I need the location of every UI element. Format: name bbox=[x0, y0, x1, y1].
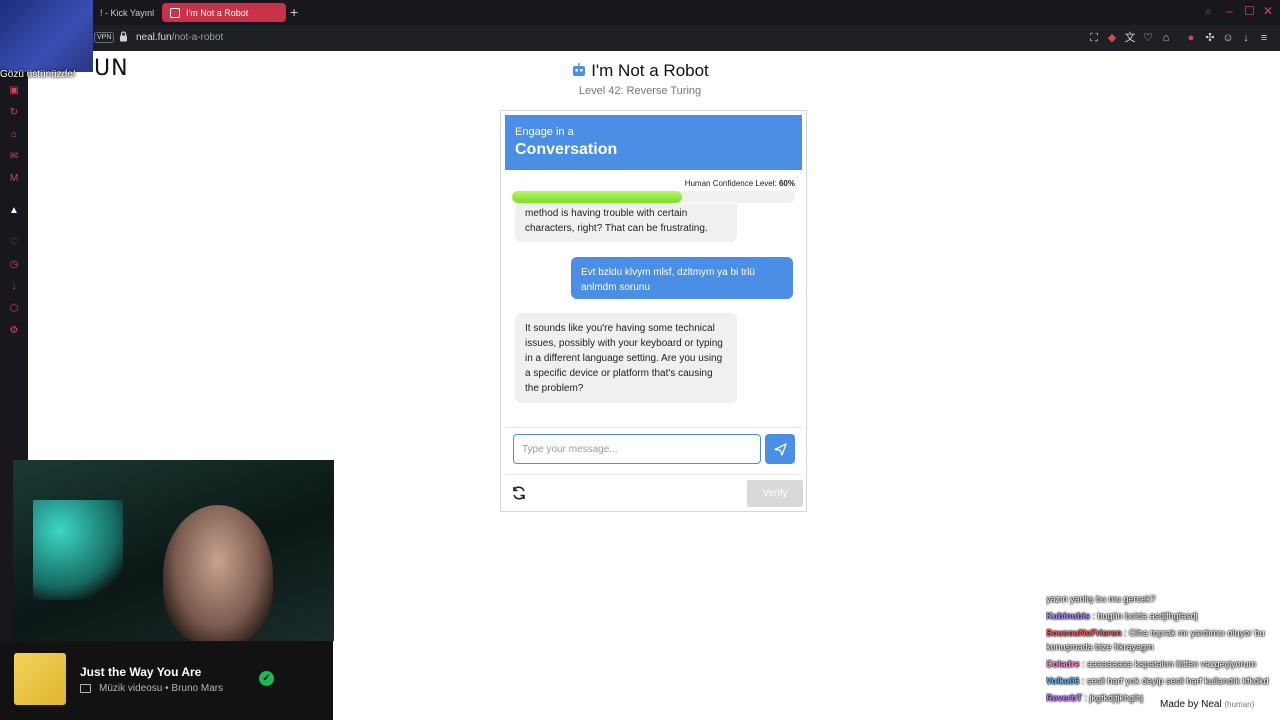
sidebar-download-icon[interactable]: ↓ bbox=[8, 281, 20, 293]
sidebar-app-icon[interactable]: ▲ bbox=[8, 205, 20, 217]
search-tabs-icon[interactable]: ⌕ bbox=[1205, 4, 1212, 19]
extension-badge-icon[interactable]: ● bbox=[1185, 32, 1197, 44]
user-message: Evt bzldu klvym mlsf, dzltmym ya bi trlü… bbox=[571, 257, 793, 299]
download-icon[interactable]: ↓ bbox=[1240, 32, 1252, 44]
address-bar: VPN neal.fun/not-a-robot ⛶ ◆ 文 ♡ ⌂ ● ✣ ☺… bbox=[0, 25, 1280, 51]
close-icon[interactable]: ✕ bbox=[1263, 4, 1273, 18]
made-by-tag: (human) bbox=[1224, 700, 1255, 709]
heart-icon[interactable]: ♡ bbox=[1142, 32, 1154, 44]
sidebar-extensions-icon[interactable]: ⬡ bbox=[8, 303, 20, 315]
lock-icon bbox=[120, 31, 127, 42]
divider bbox=[505, 427, 802, 428]
album-art bbox=[14, 653, 66, 705]
made-by-credit[interactable]: Made by Neal (human) bbox=[1160, 699, 1254, 710]
minimize-icon[interactable]: – bbox=[1226, 4, 1233, 18]
send-button[interactable] bbox=[765, 434, 795, 464]
streamer-cam-thumbnail bbox=[0, 0, 93, 72]
header-task: Conversation bbox=[515, 141, 618, 158]
captcha-card: Engage in a Conversation Human Confidenc… bbox=[500, 110, 807, 512]
confidence-label: Human Confidence Level: 60% bbox=[685, 179, 795, 188]
chat-user: SousouNoFrieren bbox=[1046, 628, 1122, 638]
webcam-lamp bbox=[33, 500, 123, 600]
chat-text: sesli harf yok deyip sesli harf kullandı… bbox=[1086, 676, 1269, 686]
refresh-icon[interactable] bbox=[511, 485, 527, 501]
bot-message: method is having trouble with certain ch… bbox=[515, 204, 737, 242]
chat-text: aaaaaaaaa kapatalım lütfen vazgeçiyorum bbox=[1087, 659, 1257, 669]
send-icon bbox=[773, 442, 787, 456]
menu-icon[interactable]: ≡ bbox=[1258, 32, 1270, 44]
account-icon[interactable]: ☺ bbox=[1222, 32, 1234, 44]
chat-line: Volka06 : sesli harf yok deyip sesli har… bbox=[1046, 676, 1269, 686]
sidebar-settings-icon[interactable]: ⚙ bbox=[8, 325, 20, 337]
chat-user: ReverbT bbox=[1046, 693, 1083, 703]
tab-kick[interactable]: ! - Kick Yayınla bbox=[92, 3, 154, 22]
song-meta: Müzik videosu • Bruno Mars bbox=[99, 683, 224, 694]
verify-button[interactable]: Verify bbox=[747, 480, 803, 507]
chat-user: Volka06 bbox=[1046, 676, 1080, 686]
confidence-value: 60% bbox=[778, 179, 795, 188]
sidebar-mail-icon[interactable]: M bbox=[8, 173, 20, 185]
sidebar-history-icon[interactable]: ◷ bbox=[8, 259, 20, 271]
maximize-icon[interactable]: ☐ bbox=[1244, 4, 1255, 18]
now-playing-widget: Just the Way You Are Müzik videosu • Bru… bbox=[0, 641, 333, 720]
confidence-label-text: Human Confidence Level: bbox=[684, 179, 777, 188]
browser-tab-bar: ! - Kick Yayınla I'm Not a Robot + ⌕ – ☐… bbox=[0, 0, 1280, 25]
url-path: /not-a-robot bbox=[171, 32, 224, 43]
webcam-streamer bbox=[163, 505, 273, 641]
made-by-text: Made by Neal bbox=[1160, 699, 1222, 710]
sidebar-refresh-icon[interactable]: ↻ bbox=[8, 107, 20, 119]
shield-icon[interactable]: ◆ bbox=[1106, 32, 1118, 44]
page-title-text: I'm Not a Robot bbox=[591, 61, 709, 80]
tab-favicon-icon bbox=[170, 7, 180, 18]
sidebar-heart-icon[interactable]: ♡ bbox=[8, 237, 20, 249]
url-field[interactable]: neal.fun/not-a-robot bbox=[136, 32, 223, 43]
level-subtitle: Level 42: Reverse Turing bbox=[578, 85, 702, 97]
robot-icon bbox=[573, 63, 586, 76]
webcam-feed bbox=[13, 460, 334, 641]
chat-text: yazın yanlış bu mu gercek? bbox=[1046, 594, 1156, 604]
new-tab-icon[interactable]: + bbox=[290, 3, 298, 22]
chat-line: SousouNoFrieren : Olha toprak mı yardımc… bbox=[1046, 628, 1265, 652]
translate-icon[interactable]: 文 bbox=[1124, 32, 1136, 44]
chat-user: Kubinubis bbox=[1046, 611, 1090, 621]
snapshot-icon[interactable]: ⛶ bbox=[1088, 32, 1100, 44]
tab-not-a-robot[interactable]: I'm Not a Robot bbox=[162, 3, 286, 22]
chat-text: bugün bolda asdjfhgfasdj bbox=[1097, 611, 1198, 621]
video-icon bbox=[80, 684, 91, 693]
vpn-badge[interactable]: VPN bbox=[94, 32, 115, 43]
sidebar-bag-icon[interactable]: ⌂ bbox=[8, 129, 20, 141]
header-instruction: Engage in a bbox=[515, 126, 574, 138]
sidebar-messenger-icon[interactable]: ✉ bbox=[8, 151, 20, 163]
captcha-header: Engage in a Conversation bbox=[505, 115, 802, 170]
chat-line: yazın yanlış bu mu gercek? bbox=[1046, 592, 1280, 606]
chat-text: jkgfkdjfjkhglhj bbox=[1089, 693, 1144, 703]
check-icon: ✓ bbox=[259, 671, 274, 686]
extensions-icon[interactable]: ✣ bbox=[1204, 32, 1216, 44]
chat-line: Kubinubis : bugün bolda asdjfhgfasdj bbox=[1046, 611, 1198, 621]
divider bbox=[505, 474, 802, 475]
cam-caption: Gözü üstünüzde! bbox=[0, 69, 76, 80]
message-input[interactable] bbox=[513, 434, 761, 464]
chat-line: Coladre : aaaaaaaaa kapatalım lütfen vaz… bbox=[1046, 659, 1257, 669]
chat-log[interactable]: method is having trouble with certain ch… bbox=[505, 204, 802, 419]
confidence-bar bbox=[512, 191, 795, 203]
chat-user: Coladre bbox=[1046, 659, 1080, 669]
tab-kick-label: ! - Kick Yayınla bbox=[100, 7, 154, 18]
confidence-bar-fill bbox=[512, 191, 682, 203]
page-title: I'm Not a Robot bbox=[0, 61, 1280, 81]
url-host: neal.fun bbox=[136, 32, 172, 43]
song-title: Just the Way You Are bbox=[80, 665, 202, 679]
bot-message: It sounds like you're having some techni… bbox=[515, 313, 737, 403]
bookmark-icon[interactable]: ⌂ bbox=[1160, 32, 1172, 44]
tab-not-a-robot-label: I'm Not a Robot bbox=[186, 7, 249, 18]
